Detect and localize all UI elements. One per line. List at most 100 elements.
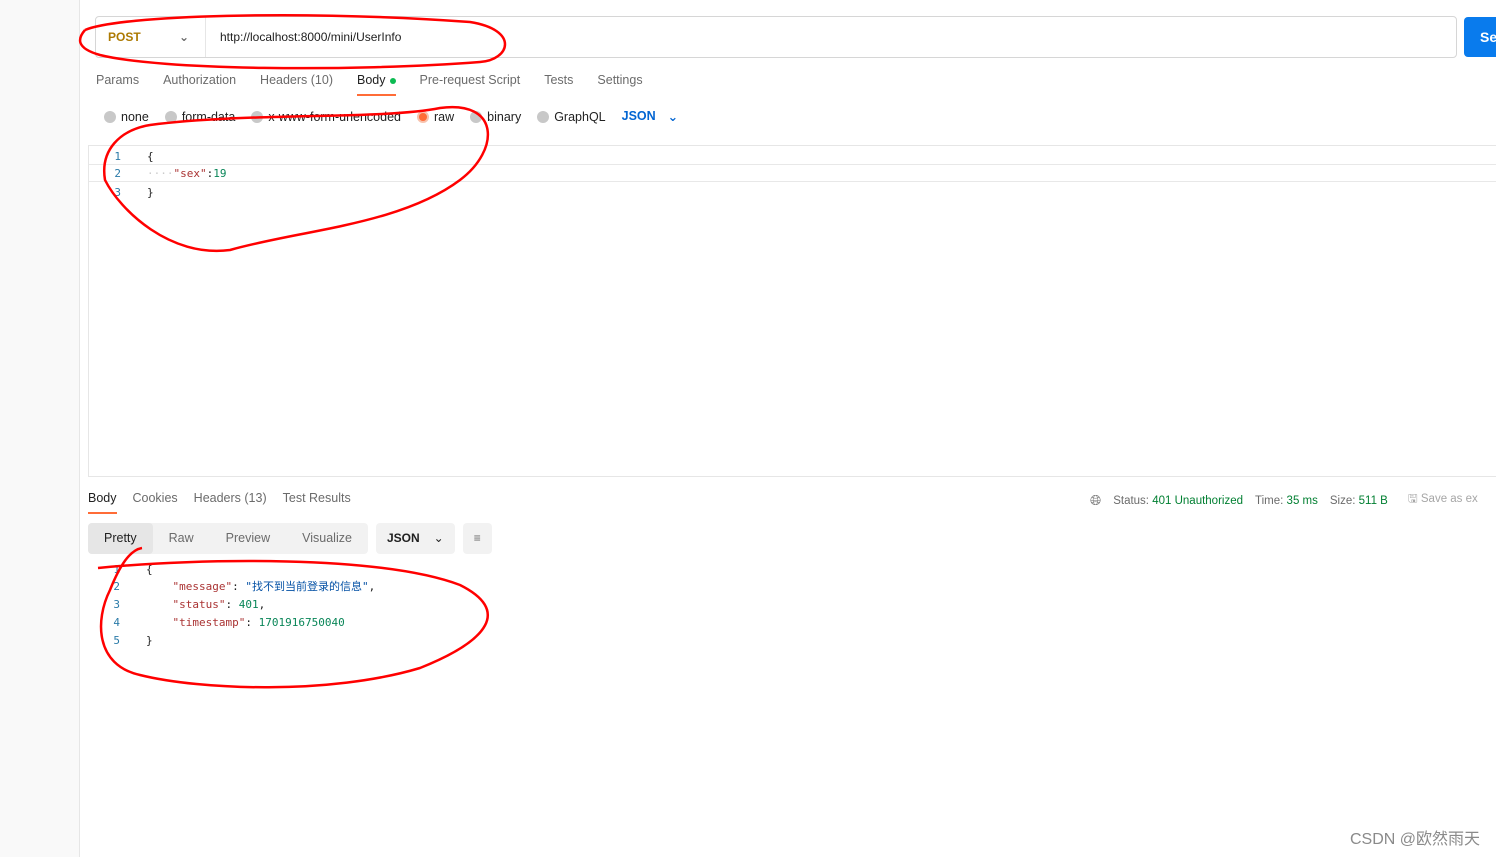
- body-format-select[interactable]: JSON ⌄: [622, 109, 679, 124]
- radio-raw[interactable]: raw: [417, 110, 454, 124]
- time-value: 35 ms: [1286, 494, 1318, 507]
- radio-label: form-data: [181, 109, 236, 124]
- view-pretty[interactable]: Pretty: [88, 523, 153, 554]
- line-number: 1: [113, 562, 120, 576]
- code-text: "timestamp": 1701916750040: [172, 615, 345, 629]
- status: Status: 401 Unauthorized: [1113, 495, 1243, 507]
- code-line: 2 ····"sex":19: [89, 164, 1496, 182]
- radio-selected-icon: [417, 110, 429, 123]
- chevron-down-icon: ⌄: [178, 30, 189, 44]
- response-tabs: Body Cookies Headers (13) Test Results: [88, 491, 351, 514]
- status-label: Status:: [1113, 494, 1150, 507]
- json-value: 19: [213, 166, 227, 180]
- radio-label: GraphQL: [554, 109, 606, 124]
- radio-graphql[interactable]: GraphQL: [537, 109, 606, 124]
- code-text: "status": 401,: [172, 597, 266, 611]
- save-as-example-button[interactable]: 🖫 Save as ex: [1408, 491, 1478, 510]
- view-preview[interactable]: Preview: [210, 523, 286, 554]
- response-status-bar: 🌐︎ Status: 401 Unauthorized Time: 35 ms …: [1090, 491, 1478, 510]
- tab-test-results[interactable]: Test Results: [283, 491, 351, 513]
- save-icon: 🖫: [1407, 493, 1418, 505]
- url-bar: POST ⌄ http://localhost:8000/mini/UserInf…: [95, 16, 1457, 58]
- request-tabs: Params Authorization Headers (10) Body P…: [96, 73, 643, 96]
- code-line: 5}: [88, 631, 1488, 649]
- response-format-label: JSON: [386, 531, 420, 545]
- json-value: 401: [238, 597, 259, 611]
- radio-label: raw: [434, 109, 455, 124]
- wrap-lines-button[interactable]: ≡: [462, 523, 492, 554]
- line-number: 2: [114, 166, 121, 180]
- watermark: CSDN @欧然雨天: [1349, 831, 1480, 848]
- code-text: ····"sex":19: [147, 166, 227, 180]
- url-input[interactable]: http://localhost:8000/mini/UserInfo: [206, 30, 401, 44]
- tab-cookies[interactable]: Cookies: [133, 491, 178, 513]
- code-line: 4 "timestamp": 1701916750040: [88, 613, 1488, 631]
- code-text: "message": "找不到当前登录的信息",: [172, 580, 376, 593]
- modified-dot-icon: [389, 77, 396, 84]
- radio-urlencoded[interactable]: x-www-form-urlencoded: [251, 110, 401, 124]
- tab-body-label: Body: [357, 73, 386, 87]
- method-select[interactable]: POST ⌄: [96, 17, 206, 57]
- response-toolbar: Pretty Raw Preview Visualize JSON ⌄ ≡: [88, 523, 492, 554]
- json-key: "timestamp": [172, 615, 246, 629]
- size-label: Size:: [1329, 494, 1356, 507]
- body-format-label: JSON: [621, 109, 656, 123]
- line-number: 4: [113, 615, 120, 629]
- line-number: 1: [114, 149, 121, 163]
- radio-label: x-www-form-urlencoded: [268, 109, 401, 124]
- wrap-icon: ≡: [473, 531, 481, 545]
- method-label: POST: [108, 30, 141, 44]
- radio-none[interactable]: none: [104, 110, 149, 124]
- radio-icon: [470, 110, 483, 123]
- json-value: 1701916750040: [258, 615, 345, 629]
- status-value: 401 Unauthorized: [1152, 494, 1244, 507]
- code-text: }: [147, 185, 154, 199]
- chevron-down-icon: ⌄: [667, 110, 679, 124]
- size-value: 511 B: [1358, 494, 1388, 507]
- radio-icon: [537, 110, 550, 123]
- radio-icon: [164, 110, 177, 123]
- code-line: 3}: [89, 183, 1496, 201]
- radio-label: binary: [487, 109, 522, 124]
- code-line: 2 "message": "找不到当前登录的信息",: [88, 577, 1488, 595]
- send-button[interactable]: Se: [1464, 17, 1496, 57]
- code-text: {: [147, 149, 154, 163]
- time: Time: 35 ms: [1255, 495, 1318, 507]
- chevron-down-icon: ⌄: [433, 531, 444, 545]
- code-text: {: [146, 562, 153, 576]
- json-key: "message": [172, 580, 233, 593]
- response-format-select[interactable]: JSON ⌄: [375, 523, 455, 554]
- tab-response-headers[interactable]: Headers (13): [194, 491, 267, 513]
- radio-binary[interactable]: binary: [470, 110, 521, 124]
- radio-icon: [104, 110, 116, 123]
- line-number: 3: [113, 597, 120, 611]
- json-key: "status": [172, 597, 226, 611]
- save-label: Save as ex: [1420, 493, 1478, 505]
- code-line: 1{: [88, 560, 1488, 578]
- tab-tests[interactable]: Tests: [544, 73, 573, 95]
- tab-body[interactable]: Body: [357, 73, 396, 96]
- code-text: }: [146, 633, 153, 647]
- tab-pre-request-script[interactable]: Pre-request Script: [420, 73, 521, 95]
- view-visualize[interactable]: Visualize: [286, 523, 368, 554]
- line-number: 5: [113, 633, 120, 647]
- time-label: Time:: [1255, 494, 1284, 507]
- tab-authorization[interactable]: Authorization: [163, 73, 236, 95]
- request-body-editor[interactable]: 1{ 2 ····"sex":19 3}: [88, 145, 1496, 477]
- tab-response-body[interactable]: Body: [88, 491, 117, 514]
- view-raw[interactable]: Raw: [153, 523, 210, 554]
- tab-settings[interactable]: Settings: [597, 73, 642, 95]
- sidebar: [0, 0, 80, 857]
- radio-label: none: [121, 109, 149, 124]
- view-mode-group: Pretty Raw Preview Visualize: [88, 523, 368, 554]
- radio-form-data[interactable]: form-data: [164, 109, 236, 124]
- json-value: "找不到当前登录的信息": [245, 580, 369, 593]
- body-type-radios: none form-data x-www-form-urlencoded raw…: [104, 109, 678, 124]
- json-key: "sex": [173, 166, 207, 180]
- tab-params[interactable]: Params: [96, 73, 139, 95]
- line-number: 2: [113, 579, 120, 593]
- code-line: 3 "status": 401,: [88, 595, 1488, 613]
- globe-icon[interactable]: 🌐︎: [1090, 492, 1101, 509]
- tab-headers[interactable]: Headers (10): [260, 73, 333, 95]
- code-line: 1{: [89, 147, 1496, 165]
